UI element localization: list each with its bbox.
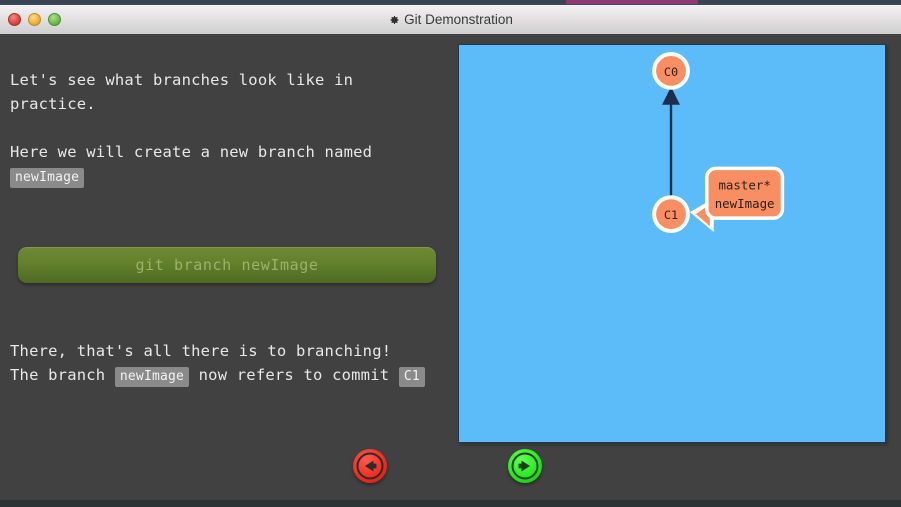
branch-label-newimage: newImage bbox=[715, 196, 775, 211]
commit-node-c0[interactable]: C0 bbox=[652, 51, 690, 90]
gear-icon bbox=[388, 7, 400, 37]
branch-label-master: master* bbox=[718, 177, 770, 192]
git-command-button[interactable]: git branch newImage bbox=[18, 247, 436, 283]
forward-button[interactable] bbox=[508, 449, 542, 483]
commit-graph-canvas[interactable]: C0 C1 master* newImage bbox=[458, 44, 886, 443]
forward-arrow-icon bbox=[508, 449, 542, 483]
lesson-paragraph-2-text: Here we will create a new branch named bbox=[10, 143, 373, 161]
edge-c1-to-c0 bbox=[662, 86, 680, 207]
back-button[interactable] bbox=[353, 449, 387, 483]
title-bar: Git Demonstration bbox=[0, 4, 901, 34]
commit-label-c0: C0 bbox=[664, 65, 678, 79]
commit-label-c1: C1 bbox=[664, 208, 678, 222]
back-arrow-icon bbox=[353, 449, 387, 483]
page-title: Git Demonstration bbox=[0, 5, 901, 35]
commit-node-c1[interactable]: C1 bbox=[652, 195, 690, 234]
window-title-text: Git Demonstration bbox=[404, 12, 513, 27]
lesson-paragraph-3: There, that's all there is to branching!… bbox=[10, 339, 440, 387]
lesson-paragraph-3-line-1: There, that's all there is to branching! bbox=[10, 342, 392, 360]
branch-label-box[interactable]: master* newImage bbox=[705, 166, 785, 220]
code-chip-new-image: newImage bbox=[114, 367, 190, 387]
code-chip-commit-c1: C1 bbox=[398, 367, 425, 387]
lesson-paragraph-2: Here we will create a new branch named n… bbox=[10, 140, 440, 188]
lesson-paragraph-1: Let's see what branches look like in pra… bbox=[10, 71, 354, 113]
window-footer bbox=[0, 500, 901, 507]
lesson-paragraph-3-line-2-a: The branch bbox=[10, 366, 106, 384]
lesson-paragraph-3-line-2-b: now refers to commit bbox=[198, 366, 390, 384]
code-chip-branch-name: newImage bbox=[10, 168, 85, 188]
git-demonstration-window: Git Demonstration Let's see what branche… bbox=[0, 0, 901, 507]
commit-graph-svg: C0 C1 master* newImage bbox=[652, 51, 785, 234]
